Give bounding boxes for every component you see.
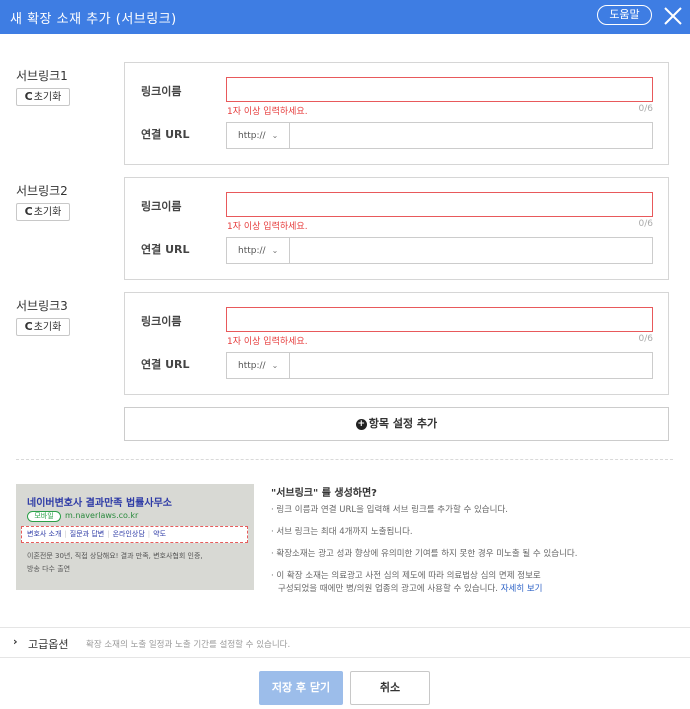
add-item-button[interactable]: + 항목 설정 추가 <box>124 407 669 441</box>
link-url-label: 연결 URL <box>141 128 190 141</box>
advanced-options-label[interactable]: 고급옵션 <box>28 636 68 652</box>
help-button[interactable]: 도움말 <box>597 5 652 25</box>
preview-sublink: 약도 <box>153 530 167 538</box>
sublink-2-label: 서브링크2 <box>16 184 68 198</box>
info-bullet: · 이 확장 소재는 의료광고 사전 심의 제도에 따라 의료법상 심의 면제 … <box>271 571 543 594</box>
sublink-1-char-count: 0/6 <box>638 104 653 114</box>
refresh-icon: C <box>24 320 33 333</box>
sublink-1-url-input[interactable] <box>290 122 653 149</box>
preview-sublink: 온라인상담 <box>112 530 145 538</box>
chevron-right-icon: › <box>13 635 18 648</box>
link-name-label: 링크이름 <box>141 85 182 98</box>
info-title: "서브링크" 를 생성하면? <box>271 488 377 499</box>
advanced-options-description: 확장 소재의 노출 일정과 노출 기간를 설정할 수 있습니다. <box>86 640 291 650</box>
sublink-2-url-input[interactable] <box>290 237 653 264</box>
sublink-2-char-count: 0/6 <box>638 219 653 229</box>
sublink-2-protocol-select[interactable]: http://⌄ <box>226 237 290 264</box>
link-url-label: 연결 URL <box>141 243 190 256</box>
sublink-1-protocol-select[interactable]: http://⌄ <box>226 122 290 149</box>
advanced-options-bar[interactable]: › 고급옵션 확장 소재의 노출 일정과 노출 기간를 설정할 수 있습니다. <box>0 627 690 657</box>
sublink-1-name-input[interactable] <box>226 77 653 102</box>
sublink-3-reset-button[interactable]: C초기화 <box>16 318 70 336</box>
preview-sublink: 질문과 답변 <box>69 530 105 538</box>
link-name-label: 링크이름 <box>141 315 182 328</box>
sublink-1-form: 링크이름 1자 이상 입력하세요. 0/6 연결 URL http://⌄ <box>124 62 669 165</box>
save-and-close-button[interactable]: 저장 후 닫기 <box>259 671 343 705</box>
sublink-3-error: 1자 이상 입력하세요. <box>227 337 308 347</box>
preview-description: 이혼전문 30년, 직접 상담해요! 결과 만족, 변호사협회 인증, 방송 다… <box>27 552 203 573</box>
sublink-3-label: 서브링크3 <box>16 299 68 313</box>
sublink-2-reset-button[interactable]: C초기화 <box>16 203 70 221</box>
cancel-button[interactable]: 취소 <box>350 671 430 705</box>
more-link[interactable]: 자세히 보기 <box>501 584 543 594</box>
footer-divider <box>0 657 690 658</box>
sublink-3-protocol-select[interactable]: http://⌄ <box>226 352 290 379</box>
sublink-3-char-count: 0/6 <box>638 334 653 344</box>
preview-sublink: 변호사 소개 <box>27 530 62 538</box>
ad-preview: 네이버변호사 결과만족 법률사무소 모바일 m.naverlaws.co.kr … <box>16 484 254 590</box>
preview-sublinks: 변호사 소개 | 질문과 답변 | 온라인상담 | 약도 <box>21 526 248 543</box>
dialog-header: 새 확장 소재 추가 (서브링크) 도움말 <box>0 0 690 34</box>
divider <box>16 459 673 460</box>
plus-icon: + <box>355 418 367 430</box>
sublink-2-form: 링크이름 1자 이상 입력하세요. 0/6 연결 URL http://⌄ <box>124 177 669 280</box>
refresh-icon: C <box>24 90 33 103</box>
sublink-2-error: 1자 이상 입력하세요. <box>227 222 308 232</box>
chevron-down-icon: ⌄ <box>271 361 279 370</box>
info-bullet: · 서브 링크는 최대 4개까지 노출됩니다. <box>271 527 413 537</box>
sublink-1-label: 서브링크1 <box>16 69 68 83</box>
chevron-down-icon: ⌄ <box>271 246 279 255</box>
sublink-1-error: 1자 이상 입력하세요. <box>227 107 308 117</box>
sublink-1-reset-button[interactable]: C초기화 <box>16 88 70 106</box>
info-bullet: · 링크 이름과 연결 URL을 입력해 서브 링크를 추가할 수 있습니다. <box>271 505 508 515</box>
sublink-3-name-input[interactable] <box>226 307 653 332</box>
close-icon[interactable] <box>662 4 684 28</box>
link-name-label: 링크이름 <box>141 200 182 213</box>
mobile-badge: 모바일 <box>27 511 61 522</box>
preview-title: 네이버변호사 결과만족 법률사무소 <box>27 498 172 509</box>
dialog-title: 새 확장 소재 추가 (서브링크) <box>10 12 177 27</box>
link-url-label: 연결 URL <box>141 358 190 371</box>
preview-url: m.naverlaws.co.kr <box>65 511 139 520</box>
sublink-3-form: 링크이름 1자 이상 입력하세요. 0/6 연결 URL http://⌄ <box>124 292 669 395</box>
refresh-icon: C <box>24 205 33 218</box>
info-bullet: · 확장소재는 광고 성과 향상에 유의미한 기여를 하지 못한 경우 미노출 … <box>271 549 578 559</box>
sublink-3-url-input[interactable] <box>290 352 653 379</box>
chevron-down-icon: ⌄ <box>271 131 279 140</box>
sublink-2-name-input[interactable] <box>226 192 653 217</box>
